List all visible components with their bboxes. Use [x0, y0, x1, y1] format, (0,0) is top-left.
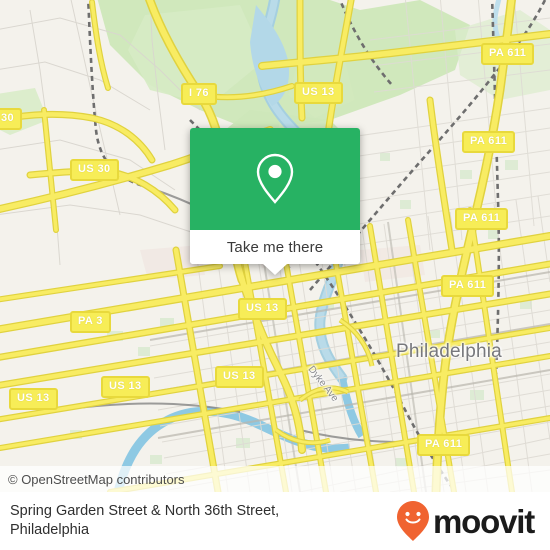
shield-us-13-top[interactable]: US 13	[294, 82, 343, 104]
footer-bar: Spring Garden Street & North 36th Street…	[0, 492, 550, 550]
location-line-1: Spring Garden Street & North 36th Street…	[10, 503, 280, 519]
shield-pa-611-upper-right[interactable]: PA 611	[462, 131, 516, 153]
shield-pa-611-top-right[interactable]: PA 611	[481, 43, 535, 65]
moovit-map-screen: Philadelphia Dyke Ave PA 611 I 76 US 13 …	[0, 0, 550, 550]
shield-us-13-mid-left[interactable]: US 13	[101, 376, 150, 398]
moovit-wordmark: moovit	[433, 502, 535, 540]
callout-action-bar[interactable]: Take me there	[190, 230, 360, 264]
take-me-there-callout[interactable]: Take me there	[190, 128, 360, 275]
shield-pa-3[interactable]: PA 3	[70, 311, 111, 333]
location-title: Spring Garden Street & North 36th Street…	[10, 502, 279, 540]
shield-us-13-mid-center[interactable]: US 13	[215, 366, 264, 388]
location-line-2: Philadelphia	[10, 522, 90, 538]
shield-i-76[interactable]: I 76	[181, 83, 217, 105]
map-pin-icon	[256, 153, 294, 204]
shield-us-13-bottom-left[interactable]: US 13	[9, 388, 58, 410]
callout-body: Take me there	[190, 128, 360, 264]
shield-pa-611-bottom[interactable]: PA 611	[417, 434, 471, 456]
shield-pa-611-mid-right[interactable]: PA 611	[455, 208, 509, 230]
take-me-there-label: Take me there	[226, 238, 324, 256]
map-attribution-bar: © OpenStreetMap contributors	[0, 466, 550, 492]
philadelphia-label: Philadelphia	[396, 341, 502, 362]
shield-us-30[interactable]: US 30	[70, 159, 119, 181]
map-canvas[interactable]: Philadelphia Dyke Ave PA 611 I 76 US 13 …	[0, 0, 550, 492]
callout-pin-panel	[190, 128, 360, 230]
moovit-pin-smiley-icon	[397, 501, 430, 541]
osm-attribution-text[interactable]: © OpenStreetMap contributors	[0, 472, 185, 487]
shield-us-13-center[interactable]: US 13	[238, 298, 287, 320]
moovit-brand[interactable]: moovit	[396, 500, 535, 542]
shield-pa-611-right[interactable]: PA 611	[441, 275, 495, 297]
callout-tail	[263, 264, 287, 275]
shield-30-left-edge[interactable]: 30	[0, 108, 23, 130]
